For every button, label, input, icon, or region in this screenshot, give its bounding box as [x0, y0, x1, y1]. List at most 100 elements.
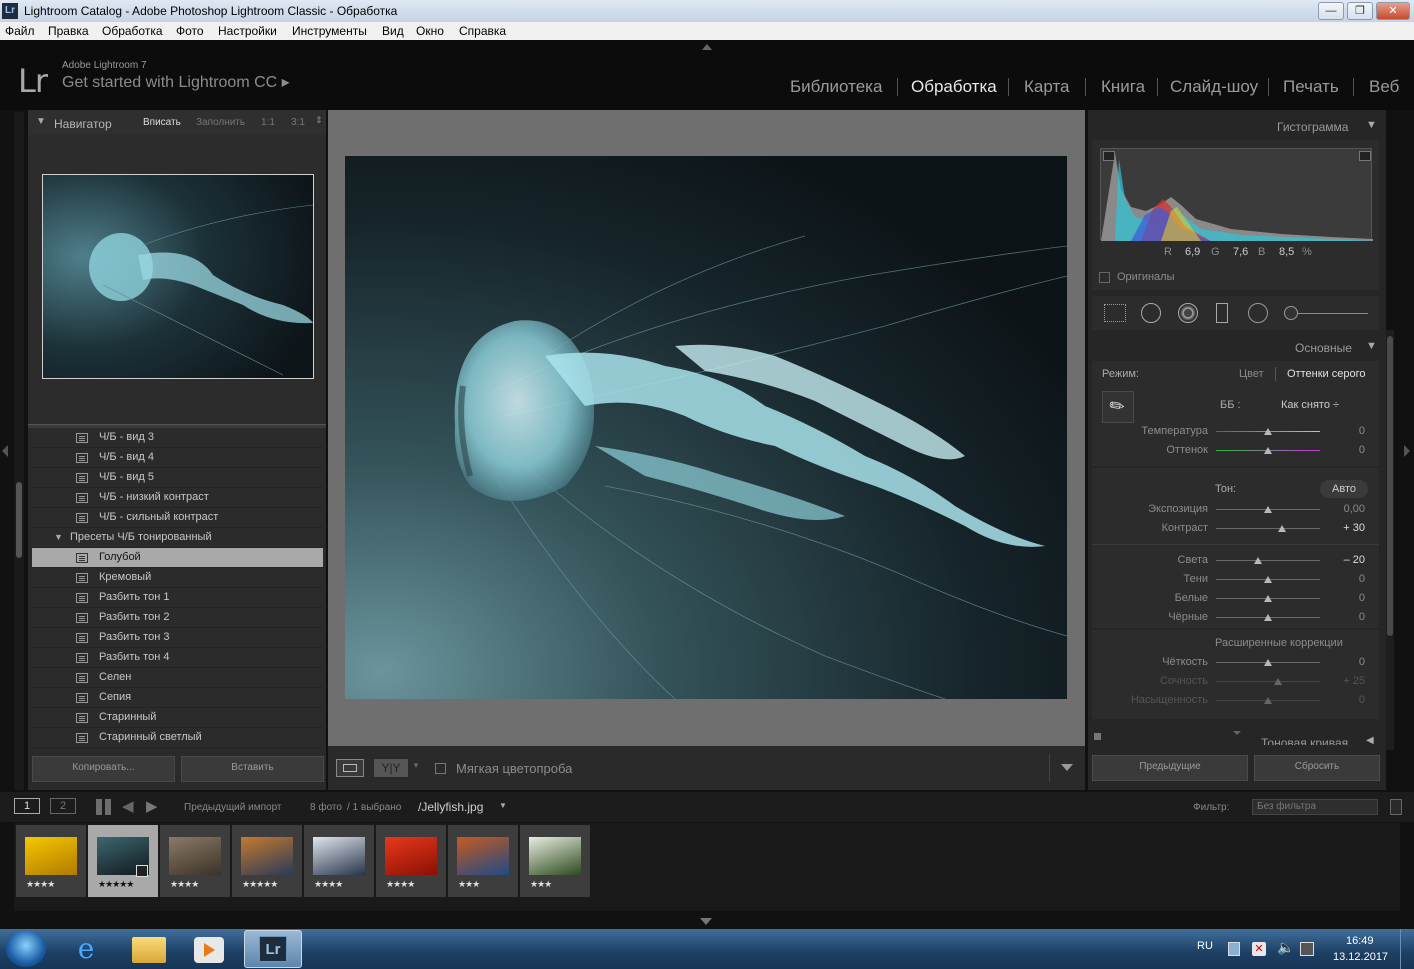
- right-scrollbar-thumb[interactable]: [1387, 336, 1393, 636]
- basic-header[interactable]: Основные ▼: [1088, 332, 1386, 358]
- zoom-3-1[interactable]: 3:1: [291, 117, 305, 128]
- previous-button[interactable]: Предыдущие: [1092, 755, 1248, 781]
- preset-item[interactable]: Старинный светлый: [32, 728, 323, 748]
- main-photo[interactable]: [345, 156, 1067, 699]
- photo-canvas[interactable]: [328, 110, 1085, 746]
- tint-knob[interactable]: [1264, 447, 1272, 454]
- wb-dropdown[interactable]: Как снято ÷: [1281, 399, 1339, 411]
- highlights-knob[interactable]: [1253, 557, 1262, 564]
- filter-dropdown[interactable]: Без фильтра: [1252, 799, 1378, 815]
- toolbar-menu-icon[interactable]: [1061, 764, 1073, 771]
- menu-view[interactable]: Вид: [382, 24, 404, 38]
- triangle-down-icon[interactable]: ▼: [36, 116, 46, 127]
- rating-stars[interactable]: ★★★★: [314, 879, 343, 890]
- preset-item[interactable]: Разбить тон 2: [32, 608, 323, 628]
- menu-edit[interactable]: Правка: [48, 24, 89, 38]
- exposure-value[interactable]: 0,00: [1325, 503, 1365, 515]
- shadow-clipping-icon[interactable]: [1103, 151, 1115, 161]
- crop-tool-icon[interactable]: [1104, 304, 1126, 322]
- collapse-right-icon[interactable]: [1404, 445, 1410, 457]
- rating-stars[interactable]: ★★★★★: [98, 879, 134, 890]
- internet-explorer-icon[interactable]: e: [70, 933, 102, 965]
- module-map[interactable]: Карта: [1024, 77, 1070, 97]
- module-book[interactable]: Книга: [1101, 77, 1145, 97]
- clarity-knob[interactable]: [1264, 659, 1272, 666]
- clock-date[interactable]: 13.12.2017: [1333, 951, 1388, 963]
- module-print[interactable]: Печать: [1283, 77, 1339, 97]
- menu-window[interactable]: Окно: [416, 24, 444, 38]
- menu-develop[interactable]: Обработка: [102, 24, 163, 38]
- vibrance-slider[interactable]: [1216, 681, 1320, 682]
- menu-help[interactable]: Справка: [459, 24, 506, 38]
- clock-time[interactable]: 16:49: [1346, 935, 1374, 947]
- mode-color[interactable]: Цвет: [1239, 368, 1264, 380]
- saturation-knob[interactable]: [1264, 697, 1272, 704]
- brush-icon[interactable]: [1284, 306, 1298, 320]
- histogram-graph[interactable]: [1100, 148, 1373, 241]
- language-indicator[interactable]: RU: [1197, 940, 1213, 952]
- preset-item[interactable]: Ч/Б - вид 5: [32, 468, 323, 488]
- preset-item[interactable]: Ч/Б - вид 4: [32, 448, 323, 468]
- secondary-display-button[interactable]: 2: [50, 798, 76, 814]
- action-center-icon[interactable]: [1228, 942, 1240, 956]
- left-scrollbar-thumb[interactable]: [16, 482, 22, 558]
- histogram-header[interactable]: Гистограмма ▼: [1088, 110, 1386, 138]
- filter-lock-icon[interactable]: [1390, 799, 1402, 815]
- preset-item[interactable]: Разбить тон 3: [32, 628, 323, 648]
- triangle-down-icon[interactable]: ▼: [1366, 340, 1377, 352]
- zoom-stepper-icon[interactable]: ⇕: [315, 115, 323, 126]
- rating-stars[interactable]: ★★★★: [386, 879, 415, 890]
- network-icon[interactable]: [1300, 942, 1314, 956]
- menu-photo[interactable]: Фото: [176, 24, 204, 38]
- triangle-left-icon[interactable]: ◀: [1366, 735, 1374, 745]
- module-slideshow[interactable]: Слайд-шоу: [1170, 77, 1258, 97]
- filmstrip-thumb[interactable]: ★★★: [520, 825, 590, 897]
- menu-file[interactable]: Файл: [5, 24, 35, 38]
- exposure-knob[interactable]: [1264, 506, 1272, 513]
- arrow-left-icon[interactable]: ◀: [122, 797, 134, 815]
- triangle-down-icon[interactable]: ▼: [1366, 119, 1377, 131]
- zoom-fit[interactable]: Вписать: [143, 117, 181, 128]
- shadows-value[interactable]: 0: [1325, 573, 1365, 585]
- rating-stars[interactable]: ★★★★★: [242, 879, 278, 890]
- rating-stars[interactable]: ★★★★: [26, 879, 55, 890]
- contrast-knob[interactable]: [1277, 525, 1286, 532]
- preset-item[interactable]: Разбить тон 1: [32, 588, 323, 608]
- preset-item[interactable]: Ч/Б - низкий контраст: [32, 488, 323, 508]
- preset-item[interactable]: Старинный: [32, 708, 323, 728]
- spot-removal-icon[interactable]: [1141, 303, 1161, 323]
- preset-item[interactable]: Сепия: [32, 688, 323, 708]
- close-button[interactable]: ✕: [1376, 2, 1410, 20]
- navigator-preview[interactable]: [42, 174, 314, 379]
- loupe-view-button[interactable]: [336, 759, 364, 777]
- filmstrip-thumb[interactable]: ★★★★★: [232, 825, 302, 897]
- filmstrip-thumb[interactable]: ★★★★: [376, 825, 446, 897]
- auto-tone-button[interactable]: Авто: [1320, 480, 1368, 498]
- preset-item[interactable]: Ч/Б - сильный контраст: [32, 508, 323, 528]
- zoom-1-1[interactable]: 1:1: [261, 117, 275, 128]
- saturation-value[interactable]: 0: [1325, 694, 1365, 706]
- brush-size-slider[interactable]: [1298, 313, 1368, 314]
- paste-button[interactable]: Вставить: [181, 756, 324, 782]
- media-player-icon[interactable]: [194, 937, 224, 963]
- rating-stars[interactable]: ★★★: [458, 879, 480, 890]
- window-title-bar[interactable]: Lr Lightroom Catalog - Adobe Photoshop L…: [0, 0, 1414, 22]
- tint-value[interactable]: 0: [1325, 444, 1365, 456]
- preset-item[interactable]: Ч/Б - вид 3: [32, 428, 323, 448]
- red-eye-icon[interactable]: [1178, 303, 1198, 323]
- highlights-slider[interactable]: [1216, 560, 1320, 561]
- arrow-right-icon[interactable]: ▶: [146, 797, 158, 815]
- filmstrip-thumb[interactable]: ★★★★: [304, 825, 374, 897]
- filmstrip-thumb-selected[interactable]: ★★★★★: [88, 825, 158, 897]
- menu-settings[interactable]: Настройки: [218, 24, 277, 38]
- minimize-button[interactable]: —: [1318, 2, 1344, 20]
- vibrance-value[interactable]: + 25: [1325, 675, 1365, 687]
- preset-item[interactable]: Кремовый: [32, 568, 323, 588]
- highlights-value[interactable]: – 20: [1325, 554, 1365, 566]
- grid-icon[interactable]: [96, 799, 112, 815]
- lightroom-taskbar-button[interactable]: Lr: [244, 930, 302, 968]
- shadows-knob[interactable]: [1264, 576, 1272, 583]
- temp-knob[interactable]: [1264, 428, 1272, 435]
- triangle-down-icon[interactable]: ▼: [54, 528, 63, 547]
- tone-curve-header[interactable]: Тоновая кривая ◀: [1088, 727, 1386, 745]
